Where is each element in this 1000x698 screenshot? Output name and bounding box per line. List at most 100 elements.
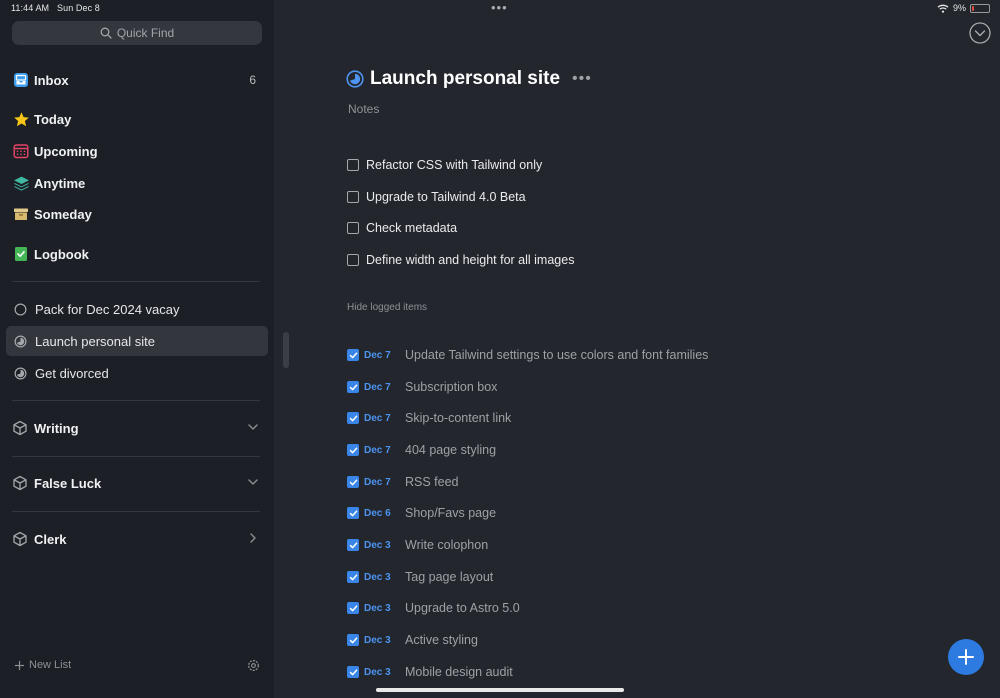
logged-task-row[interactable]: Dec 7 Subscription box [347,377,497,397]
completion-date: Dec 7 [364,412,391,424]
star-icon [12,110,30,128]
sidebar-divider [12,400,260,401]
inbox-count: 6 [249,73,256,87]
area-label: Writing [34,420,79,436]
logged-task-row[interactable]: Dec 3 Mobile design audit [347,662,513,682]
project-label: Pack for Dec 2024 vacay [35,301,180,317]
checked-checkbox[interactable] [347,444,359,456]
logged-task-row[interactable]: Dec 6 Shop/Favs page [347,503,496,523]
completion-date: Dec 7 [364,476,391,488]
hide-logged-items-button[interactable]: Hide logged items [347,302,427,313]
checked-checkbox[interactable] [347,476,359,488]
completion-date: Dec 7 [364,444,391,456]
logged-task-row[interactable]: Dec 7 Update Tailwind settings to use co… [347,345,708,365]
logged-task-row[interactable]: Dec 7 Skip-to-content link [347,408,511,428]
new-list-button[interactable]: New List [14,659,71,671]
task-title: Check metadata [366,221,458,235]
project-label: Get divorced [35,365,109,381]
task-title: Tag page layout [405,570,494,584]
sidebar-item-today[interactable]: Today [12,106,262,132]
task-row[interactable]: Refactor CSS with Tailwind only [347,155,542,175]
wifi-icon [937,4,949,13]
sidebar-project-item-selected[interactable]: Launch personal site [6,326,268,356]
task-checkbox[interactable] [347,222,359,234]
notes-field[interactable]: Notes [348,102,379,116]
multitasking-dots-icon[interactable]: ••• [491,0,508,15]
task-title: RSS feed [405,475,459,489]
completion-date: Dec 3 [364,634,391,646]
logged-task-row[interactable]: Dec 3 Upgrade to Astro 5.0 [347,598,520,618]
sidebar-item-label: Logbook [34,246,89,262]
sidebar-resize-handle[interactable] [283,332,289,368]
archive-box-icon [12,205,30,223]
checked-checkbox[interactable] [347,381,359,393]
sidebar-area-false-luck[interactable]: False Luck [12,470,262,496]
task-row[interactable]: Define width and height for all images [347,250,574,270]
checked-checkbox[interactable] [347,412,359,424]
logged-task-row[interactable]: Dec 3 Tag page layout [347,567,493,587]
task-title: Subscription box [405,380,498,394]
task-title: Mobile design audit [405,665,513,679]
logged-task-row[interactable]: Dec 7 404 page styling [347,440,496,460]
logbook-icon [12,245,30,263]
task-title: Upgrade to Astro 5.0 [405,601,520,615]
sidebar-item-inbox[interactable]: Inbox 6 [12,67,262,93]
completion-date: Dec 3 [364,602,391,614]
sidebar-item-anytime[interactable]: Anytime [12,170,262,196]
more-options-icon[interactable]: ••• [572,70,592,88]
task-checkbox[interactable] [347,254,359,266]
page-title[interactable]: Launch personal site [370,68,560,90]
checked-checkbox[interactable] [347,634,359,646]
task-checkbox[interactable] [347,159,359,171]
checked-checkbox[interactable] [347,571,359,583]
checked-checkbox[interactable] [347,666,359,678]
sidebar-area-writing[interactable]: Writing [12,415,262,441]
completion-date: Dec 7 [364,381,391,393]
sidebar-item-someday[interactable]: Someday [12,201,262,227]
chevron-down-circle-icon[interactable] [969,22,991,44]
completion-date: Dec 6 [364,507,391,519]
sidebar-item-logbook[interactable]: Logbook [12,241,262,267]
task-title: Write colophon [405,538,489,552]
sidebar-area-clerk[interactable]: Clerk [12,526,262,552]
area-label: Clerk [34,531,67,547]
home-indicator[interactable] [376,688,624,692]
task-title: Active styling [405,633,478,647]
task-title: 404 page styling [405,443,497,457]
sidebar-item-label: Today [34,111,72,127]
logged-task-row[interactable]: Dec 7 RSS feed [347,472,459,492]
task-title: Shop/Favs page [405,506,497,520]
checked-checkbox[interactable] [347,602,359,614]
checked-checkbox[interactable] [347,349,359,361]
sidebar-item-upcoming[interactable]: Upcoming [12,138,262,164]
task-title: Update Tailwind settings to use colors a… [405,348,709,362]
completion-date: Dec 3 [364,666,391,678]
logged-task-row[interactable]: Dec 3 Active styling [347,630,478,650]
logged-task-row[interactable]: Dec 3 Write colophon [347,535,488,555]
area-cube-icon [13,531,27,547]
project-progress-icon [346,70,364,88]
chevron-down-icon[interactable] [246,475,260,489]
task-checkbox[interactable] [347,191,359,203]
sidebar: Quick Find Inbox 6 Today Upcoming Anytim… [0,0,274,698]
quick-find-search[interactable]: Quick Find [12,21,262,45]
battery-icon [970,3,990,13]
battery-percent: 9% [952,3,966,13]
checked-checkbox[interactable] [347,507,359,519]
chevron-down-icon[interactable] [246,420,260,434]
task-row[interactable]: Check metadata [347,218,457,238]
task-title: Upgrade to Tailwind 4.0 Beta [366,190,526,204]
inbox-icon [12,71,30,89]
sidebar-project-item[interactable]: Get divorced [6,358,268,388]
chevron-right-icon[interactable] [246,531,260,545]
sidebar-project-item[interactable]: Pack for Dec 2024 vacay [6,294,268,324]
completion-date: Dec 7 [364,349,391,361]
settings-gear-icon[interactable] [246,658,261,673]
checked-checkbox[interactable] [347,539,359,551]
add-task-button[interactable] [948,639,984,675]
task-title: Define width and height for all images [366,253,575,267]
sidebar-item-label: Upcoming [34,143,98,159]
task-row[interactable]: Upgrade to Tailwind 4.0 Beta [347,187,526,207]
layers-icon [12,174,30,192]
status-time: 11:44 AM Sun Dec 8 [11,3,100,13]
